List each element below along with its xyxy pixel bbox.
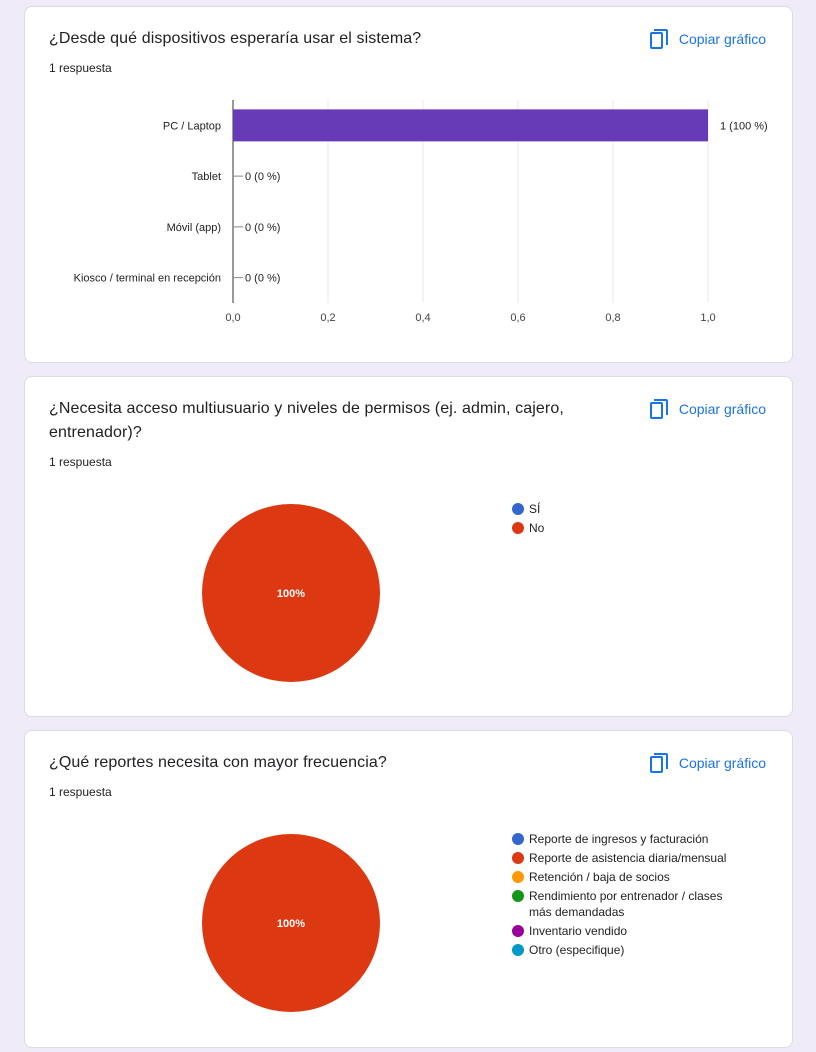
slice-label: 100%	[277, 918, 305, 930]
legend-swatch	[512, 852, 524, 864]
chart-legend: SÍ No	[512, 501, 729, 539]
legend-swatch	[512, 871, 524, 883]
legend-item: Inventario vendido	[512, 923, 729, 939]
category-label: PC / Laptop	[163, 120, 221, 132]
legend-swatch	[512, 944, 524, 956]
data-label: 0 (0 %)	[245, 171, 280, 183]
copy-chart-button[interactable]: Copiar gráfico	[649, 751, 766, 775]
chart-legend: Reporte de ingresos y facturación Reporte…	[512, 831, 729, 961]
legend-label: Retención / baja de socios	[529, 870, 670, 884]
category-label: Tablet	[192, 171, 221, 183]
data-label: 1 (100 %)	[720, 120, 768, 132]
legend-swatch	[512, 890, 524, 902]
bar-chart: 0,0 0,2 0,4 0,6 0,8 1,0 PC / Laptop 1 (100 %) Ta…	[74, 100, 768, 324]
legend-item: Retención / baja de socios	[512, 869, 729, 885]
legend-label: Reporte de ingresos y facturación	[529, 832, 709, 846]
category-label: Móvil (app)	[167, 222, 221, 234]
x-tick-label: 0,8	[605, 312, 620, 324]
copy-icon	[649, 752, 669, 774]
legend-label: Rendimiento por entrenador / clases más …	[529, 889, 723, 919]
x-tick-label: 0,2	[320, 312, 335, 324]
legend-label: Inventario vendido	[529, 924, 628, 938]
legend-swatch	[512, 833, 524, 845]
legend-item: Reporte de ingresos y facturación	[512, 831, 729, 847]
copy-chart-label: Copiar gráfico	[678, 401, 766, 417]
pie-chart: 100%	[202, 504, 380, 682]
copy-chart-label: Copiar gráfico	[678, 755, 766, 771]
category-label: Kiosco / terminal en recepción	[74, 273, 221, 285]
legend-item: Rendimiento por entrenador / clases más …	[512, 888, 729, 920]
copy-icon	[649, 398, 669, 420]
legend-label: Reporte de asistencia diaria/mensual	[529, 851, 727, 865]
x-tick-label: 1,0	[700, 312, 715, 324]
copy-chart-button[interactable]: Copiar gráfico	[649, 397, 766, 421]
data-label: 0 (0 %)	[245, 273, 280, 285]
question-card-reports: ¿Qué reportes necesita con mayor frecuen…	[24, 730, 793, 1048]
legend-label: No	[529, 521, 545, 535]
bar	[233, 109, 708, 142]
legend-swatch	[512, 522, 524, 534]
legend-swatch	[512, 503, 524, 515]
legend-swatch	[512, 925, 524, 937]
slice-label: 100%	[277, 588, 305, 600]
pie-chart: 100%	[202, 834, 380, 1012]
question-card-multiuser: ¿Necesita acceso multiusuario y niveles …	[24, 376, 793, 717]
legend-label: Otro (especifique)	[529, 943, 625, 957]
legend-item: Otro (especifique)	[512, 942, 729, 958]
legend-item: SÍ	[512, 501, 729, 517]
legend-label: SÍ	[529, 502, 541, 516]
x-tick-label: 0,0	[225, 312, 240, 324]
x-tick-label: 0,4	[415, 312, 430, 324]
question-card-devices: ¿Desde qué dispositivos esperaría usar e…	[24, 6, 793, 363]
legend-item: Reporte de asistencia diaria/mensual	[512, 850, 729, 866]
data-label: 0 (0 %)	[245, 222, 280, 234]
x-tick-label: 0,6	[510, 312, 525, 324]
legend-item: No	[512, 520, 729, 536]
